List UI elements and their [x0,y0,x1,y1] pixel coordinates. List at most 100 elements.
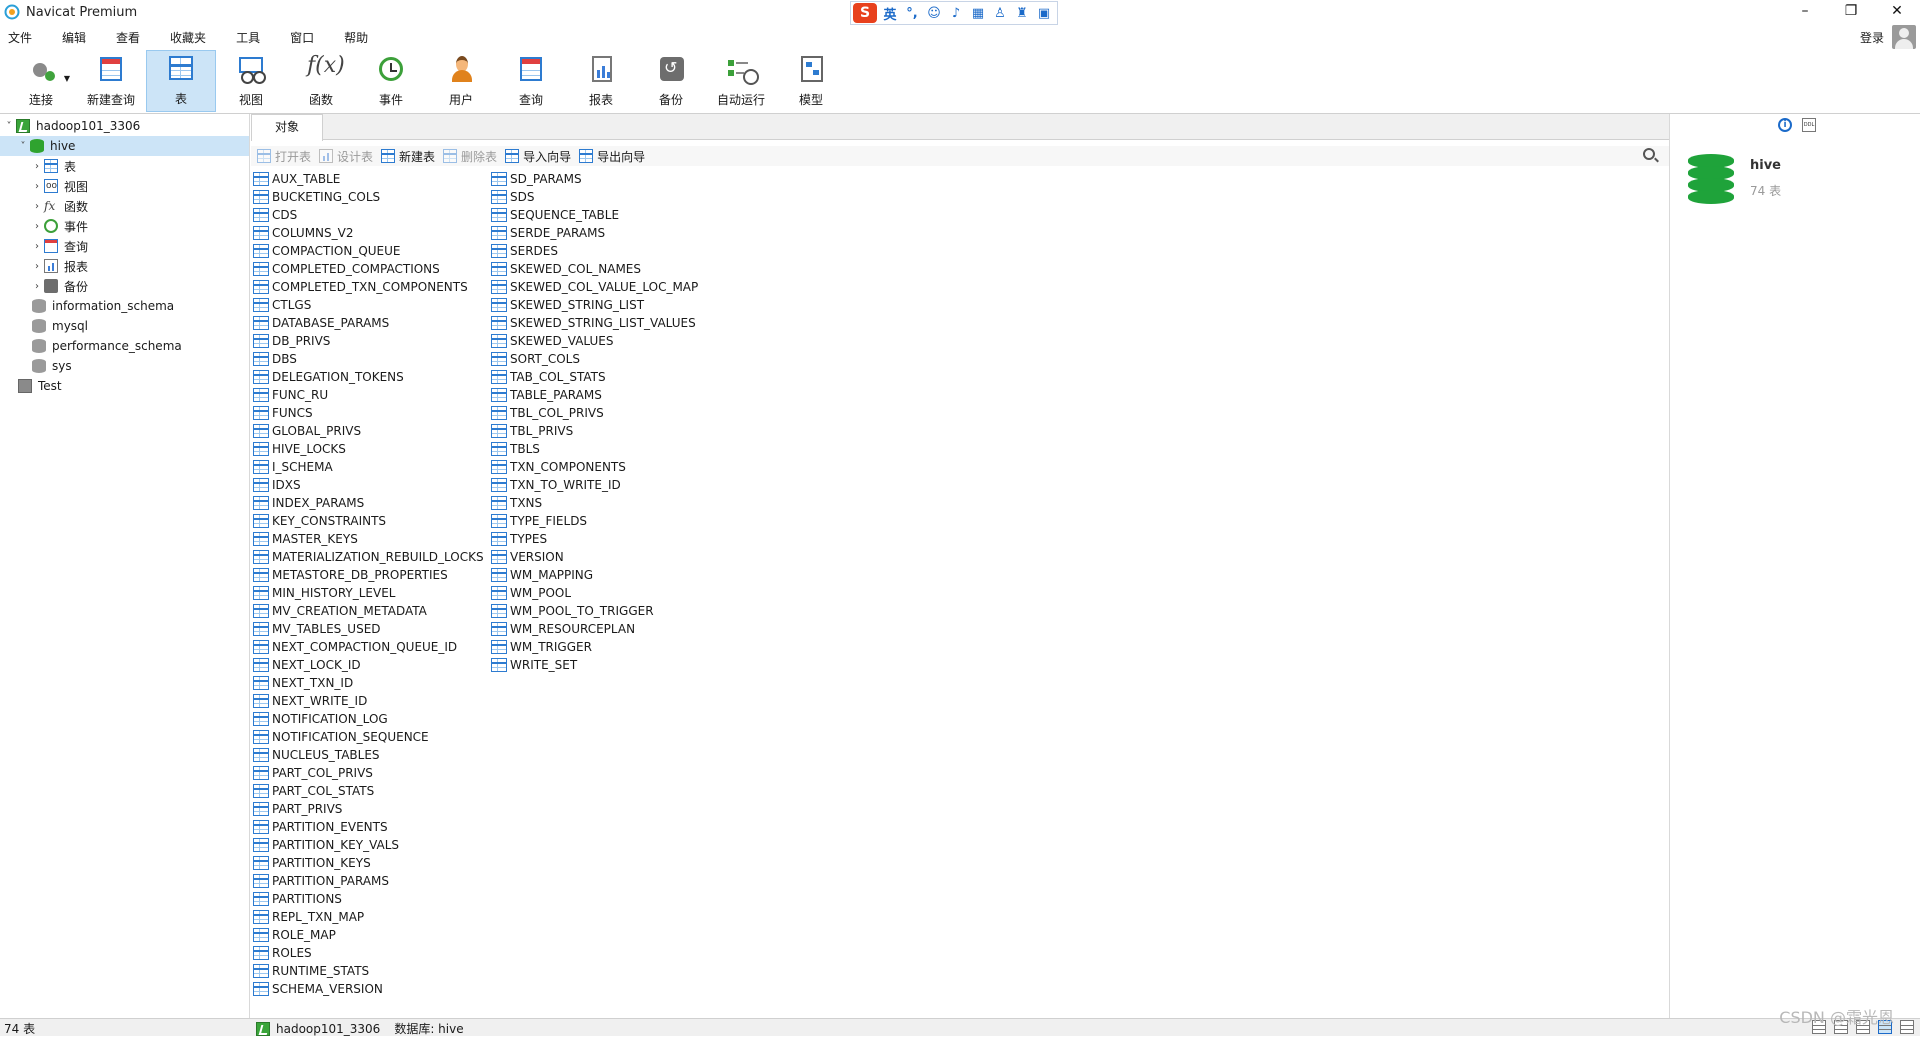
table-item[interactable]: PARTITION_KEY_VALS [253,836,399,854]
table-item[interactable]: WM_MAPPING [491,566,593,584]
microphone-icon[interactable]: ♪ [947,4,965,22]
table-item[interactable]: MV_TABLES_USED [253,620,381,638]
table-item[interactable]: DELEGATION_TOKENS [253,368,404,386]
table-item[interactable]: TBL_COL_PRIVS [491,404,604,422]
table-item[interactable]: TYPE_FIELDS [491,512,587,530]
table-item[interactable]: DBS [253,350,297,368]
table-item[interactable]: BUCKETING_COLS [253,188,380,206]
table-item[interactable]: PART_COL_PRIVS [253,764,373,782]
table-item[interactable]: MV_CREATION_METADATA [253,602,427,620]
table-item[interactable]: IDXS [253,476,301,494]
chevron-down-icon[interactable]: ˅ [16,141,30,152]
table-item[interactable]: SERDES [491,242,558,260]
chevron-right-icon[interactable]: › [30,261,44,272]
table-item[interactable]: CDS [253,206,297,224]
table-item[interactable]: SKEWED_STRING_LIST_VALUES [491,314,696,332]
menu-favorites[interactable]: 收藏夹 [162,29,214,46]
table-item[interactable]: WM_POOL_TO_TRIGGER [491,602,654,620]
table-item[interactable]: NUCLEUS_TABLES [253,746,380,764]
table-item[interactable]: MIN_HISTORY_LEVEL [253,584,395,602]
tree-connection-hadoop[interactable]: ˅ hadoop101_3306 [2,116,248,136]
ime-punctuation-toggle[interactable]: °, [903,4,921,22]
table-item[interactable]: KEY_CONSTRAINTS [253,512,386,530]
tree-item-views[interactable]: › 视图 [30,176,88,196]
table-item[interactable]: SDS [491,188,534,206]
ddl-icon[interactable]: DDL [1802,118,1816,132]
table-button[interactable]: 表 [146,50,216,112]
table-item[interactable]: NEXT_COMPACTION_QUEUE_ID [253,638,457,656]
table-item[interactable]: WRITE_SET [491,656,577,674]
table-item[interactable]: NEXT_TXN_ID [253,674,353,692]
table-item[interactable]: DB_PRIVS [253,332,330,350]
table-item[interactable]: FUNC_RU [253,386,328,404]
table-item[interactable]: RUNTIME_STATS [253,962,369,980]
tree-db-mysql[interactable]: mysql [32,316,88,336]
table-item[interactable]: NOTIFICATION_SEQUENCE [253,728,429,746]
export-wizard-button[interactable]: 导出向导 [579,148,645,165]
model-button[interactable]: 模型 [776,50,846,112]
menu-tools[interactable]: 工具 [228,29,268,46]
open-table-button[interactable]: 打开表 [257,148,311,165]
table-item[interactable]: WM_POOL [491,584,571,602]
view-button[interactable]: 视图 [216,50,286,112]
chevron-down-icon[interactable]: ˅ [2,121,16,132]
query-button[interactable]: 查询 [496,50,566,112]
event-button[interactable]: 事件 [356,50,426,112]
tree-item-backups[interactable]: › 备份 [30,276,88,296]
table-item[interactable]: WM_TRIGGER [491,638,592,656]
table-item[interactable]: WM_RESOURCEPLAN [491,620,635,638]
chevron-right-icon[interactable]: › [30,281,44,292]
table-item[interactable]: MASTER_KEYS [253,530,358,548]
table-item[interactable]: CTLGS [253,296,311,314]
function-button[interactable]: f(x) 函数 [286,50,356,112]
table-item[interactable]: COLUMNS_V2 [253,224,354,242]
user-skin-icon[interactable]: ♙ [991,4,1009,22]
keyboard-icon[interactable]: ▦ [969,4,987,22]
table-item[interactable]: COMPLETED_COMPACTIONS [253,260,440,278]
ime-language-toggle[interactable]: 英 [881,4,899,23]
table-item[interactable]: TAB_COL_STATS [491,368,606,386]
table-item[interactable]: FUNCS [253,404,313,422]
tree-item-tables[interactable]: › 表 [30,156,76,176]
design-table-button[interactable]: 设计表 [319,148,373,165]
table-item[interactable]: SORT_COLS [491,350,580,368]
minimize-button[interactable]: – [1782,0,1828,24]
table-item[interactable]: NEXT_WRITE_ID [253,692,367,710]
menu-edit[interactable]: 编辑 [54,29,94,46]
table-item[interactable]: TBL_PRIVS [491,422,573,440]
login-link[interactable]: 登录 [1860,29,1884,46]
tab-objects[interactable]: 对象 [251,114,323,141]
tree-db-sys[interactable]: sys [32,356,72,376]
tree-connection-test[interactable]: Test [18,376,62,396]
ime-toolbar[interactable]: S 英 °, ☺ ♪ ▦ ♙ ♜ ▣ [850,1,1058,25]
table-item[interactable]: HIVE_LOCKS [253,440,346,458]
table-item[interactable]: PART_PRIVS [253,800,342,818]
table-item[interactable]: PARTITIONS [253,890,342,908]
table-item[interactable]: TXN_TO_WRITE_ID [491,476,621,494]
chevron-right-icon[interactable]: › [30,221,44,232]
close-button[interactable]: ✕ [1874,0,1920,24]
table-item[interactable]: REPL_TXN_MAP [253,908,364,926]
backup-button[interactable]: 备份 [636,50,706,112]
automation-button[interactable]: 自动运行 [706,50,776,112]
connection-button[interactable]: 连接 ▼ [6,50,76,112]
table-item[interactable]: I_SCHEMA [253,458,333,476]
table-item[interactable]: VERSION [491,548,564,566]
import-wizard-button[interactable]: 导入向导 [505,148,571,165]
table-item[interactable]: TXNS [491,494,542,512]
menu-file[interactable]: 文件 [0,29,40,46]
tree-db-information-schema[interactable]: information_schema [32,296,174,316]
table-item[interactable]: SKEWED_COL_VALUE_LOC_MAP [491,278,698,296]
table-item[interactable]: SKEWED_COL_NAMES [491,260,641,278]
table-item[interactable]: PARTITION_PARAMS [253,872,389,890]
menu-view[interactable]: 查看 [108,29,148,46]
shirt-icon[interactable]: ♜ [1013,4,1031,22]
menu-help[interactable]: 帮助 [336,29,376,46]
table-item[interactable]: SD_PARAMS [491,170,582,188]
table-item[interactable]: NEXT_LOCK_ID [253,656,361,674]
restore-button[interactable]: ❐ [1828,0,1874,24]
table-item[interactable]: TBLS [491,440,540,458]
table-item[interactable]: PART_COL_STATS [253,782,374,800]
user-button[interactable]: 用户 [426,50,496,112]
menu-window[interactable]: 窗口 [282,29,322,46]
